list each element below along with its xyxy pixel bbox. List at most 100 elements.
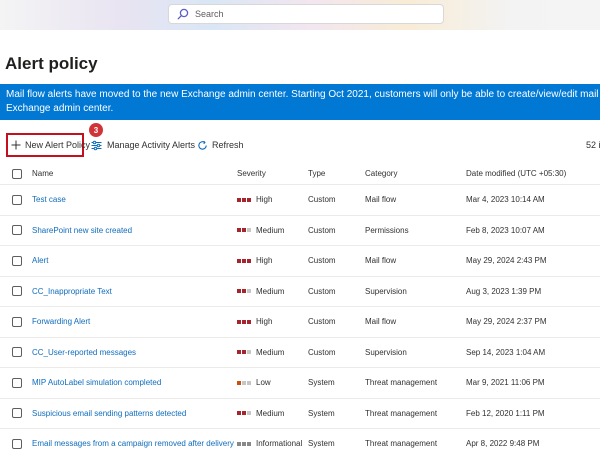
severity-indicator-square: [237, 258, 241, 263]
severity-cell: Medium: [237, 338, 284, 368]
type-cell: System: [308, 408, 335, 418]
plus-icon: [11, 140, 21, 150]
row-checkbox[interactable]: [12, 377, 22, 388]
column-header-date-modified[interactable]: Date modified (UTC +05:30): [466, 163, 566, 184]
type-cell: Custom: [308, 347, 336, 357]
severity-indicator-square: [242, 411, 246, 416]
severity-indicator-square: [242, 380, 246, 385]
row-select-cell: [12, 246, 22, 276]
select-all-checkbox[interactable]: [12, 168, 22, 179]
row-checkbox[interactable]: [12, 225, 22, 236]
refresh-button[interactable]: Refresh: [197, 133, 244, 157]
new-alert-policy-button[interactable]: New Alert Policy: [6, 133, 90, 157]
severity-label: Medium: [256, 347, 285, 357]
policy-name-link[interactable]: CC_User-reported messages: [32, 338, 136, 368]
row-checkbox[interactable]: [12, 194, 22, 205]
row-checkbox[interactable]: [12, 286, 22, 297]
table-row[interactable]: Suspicious email sending patterns detect…: [0, 399, 600, 429]
severity-indicator-square: [247, 411, 251, 416]
severity-cell: Informational: [237, 429, 302, 450]
policy-name-link[interactable]: Forwarding Alert: [32, 307, 90, 337]
column-header-type[interactable]: Type: [308, 163, 325, 184]
search-box[interactable]: Search: [168, 4, 444, 24]
row-checkbox[interactable]: [12, 438, 22, 449]
severity-indicator-square: [247, 350, 251, 355]
policy-name-link[interactable]: MIP AutoLabel simulation completed: [32, 368, 161, 398]
table-row[interactable]: Email messages from a campaign removed a…: [0, 429, 600, 450]
severity-indicator-square: [242, 289, 246, 294]
severity-indicator-square: [247, 289, 251, 294]
severity-cell: Medium: [237, 216, 284, 246]
row-select-cell: [12, 429, 22, 450]
table-row[interactable]: CC_Inappropriate Text Medium Custom Supervi…: [0, 277, 600, 307]
severity-label: Low: [256, 378, 271, 388]
severity-indicator-square: [237, 380, 241, 385]
severity-indicator-square: [237, 197, 241, 202]
banner-line-1: Mail flow alerts have moved to the new E…: [6, 89, 600, 100]
severity-cell: Medium: [237, 277, 284, 307]
policy-name-link[interactable]: CC_Inappropriate Text: [32, 277, 112, 307]
column-header-name[interactable]: Name: [32, 163, 53, 184]
banner-line-2: Exchange admin center.: [6, 103, 114, 114]
category-cell: Mail flow: [365, 256, 397, 266]
severity-indicator-square: [237, 441, 241, 446]
severity-cell: Medium: [237, 399, 284, 429]
type-cell: Custom: [308, 286, 336, 296]
type-cell: Custom: [308, 195, 336, 205]
date-modified-cell: Feb 12, 2020 1:11 PM: [466, 408, 545, 418]
row-select-cell: [12, 338, 22, 368]
severity-cell: High: [237, 185, 272, 215]
severity-indicator-square: [237, 411, 241, 416]
policy-name-link[interactable]: Alert: [32, 246, 48, 276]
date-modified-cell: Aug 3, 2023 1:39 PM: [466, 286, 542, 296]
table-row[interactable]: Alert High Custom Mail flow May 29, 2024 2:4…: [0, 246, 600, 277]
severity-indicator-square: [242, 441, 246, 446]
severity-indicator-square: [247, 319, 251, 324]
type-cell: Custom: [308, 256, 336, 266]
row-checkbox[interactable]: [12, 347, 22, 358]
table-row[interactable]: Test case High Custom Mail flow Mar 4, 2023 …: [0, 185, 600, 216]
policy-name-link[interactable]: Suspicious email sending patterns detect…: [32, 399, 186, 429]
date-modified-cell: May 29, 2024 2:37 PM: [466, 317, 547, 327]
table-row[interactable]: SharePoint new site created Medium Custom P…: [0, 216, 600, 246]
type-cell: System: [308, 378, 335, 388]
row-checkbox[interactable]: [12, 255, 22, 266]
date-modified-cell: Apr 8, 2022 9:48 PM: [466, 439, 540, 449]
severity-cell: Low: [237, 368, 271, 398]
policy-name-link[interactable]: Email messages from a campaign removed a…: [32, 429, 234, 450]
severity-indicator-square: [247, 197, 251, 202]
type-cell: Custom: [308, 225, 336, 235]
settings-sliders-icon: [91, 140, 102, 150]
refresh-icon: [198, 140, 207, 150]
row-select-cell: [12, 277, 22, 307]
policy-name-link[interactable]: Test case: [32, 185, 66, 215]
policy-name-link[interactable]: SharePoint new site created: [32, 216, 132, 246]
table-row[interactable]: MIP AutoLabel simulation completed Low Sys…: [0, 368, 600, 399]
severity-indicator-square: [237, 228, 241, 233]
table-row[interactable]: CC_User-reported messages Medium Custom Sup…: [0, 338, 600, 368]
row-select-cell: [12, 216, 22, 246]
column-header-severity[interactable]: Severity: [237, 163, 266, 184]
severity-label: High: [256, 256, 273, 266]
severity-label: Informational: [256, 439, 303, 449]
category-cell: Threat management: [365, 378, 438, 388]
page-title: Alert policy: [5, 54, 98, 73]
category-cell: Mail flow: [365, 195, 397, 205]
category-cell: Mail flow: [365, 317, 397, 327]
step-badge: 3: [89, 123, 103, 137]
severity-label: Medium: [256, 408, 285, 418]
item-count: 52 i: [586, 140, 600, 150]
date-modified-cell: Feb 8, 2023 10:07 AM: [466, 225, 545, 235]
date-modified-cell: May 29, 2024 2:43 PM: [466, 256, 547, 266]
severity-indicator-square: [242, 258, 246, 263]
column-header-category[interactable]: Category: [365, 163, 397, 184]
alert-policy-table: Name Severity Type Category Date modifie…: [0, 163, 600, 450]
severity-indicator-square: [237, 350, 241, 355]
row-checkbox[interactable]: [12, 408, 22, 419]
row-checkbox[interactable]: [12, 316, 22, 327]
command-bar: New Alert Policy Manage Activity Alerts …: [0, 133, 600, 159]
severity-indicator-square: [237, 289, 241, 294]
manage-activity-alerts-button[interactable]: Manage Activity Alerts: [91, 133, 195, 157]
table-row[interactable]: Forwarding Alert High Custom Mail flow May 2…: [0, 307, 600, 338]
severity-cell: High: [237, 246, 272, 276]
